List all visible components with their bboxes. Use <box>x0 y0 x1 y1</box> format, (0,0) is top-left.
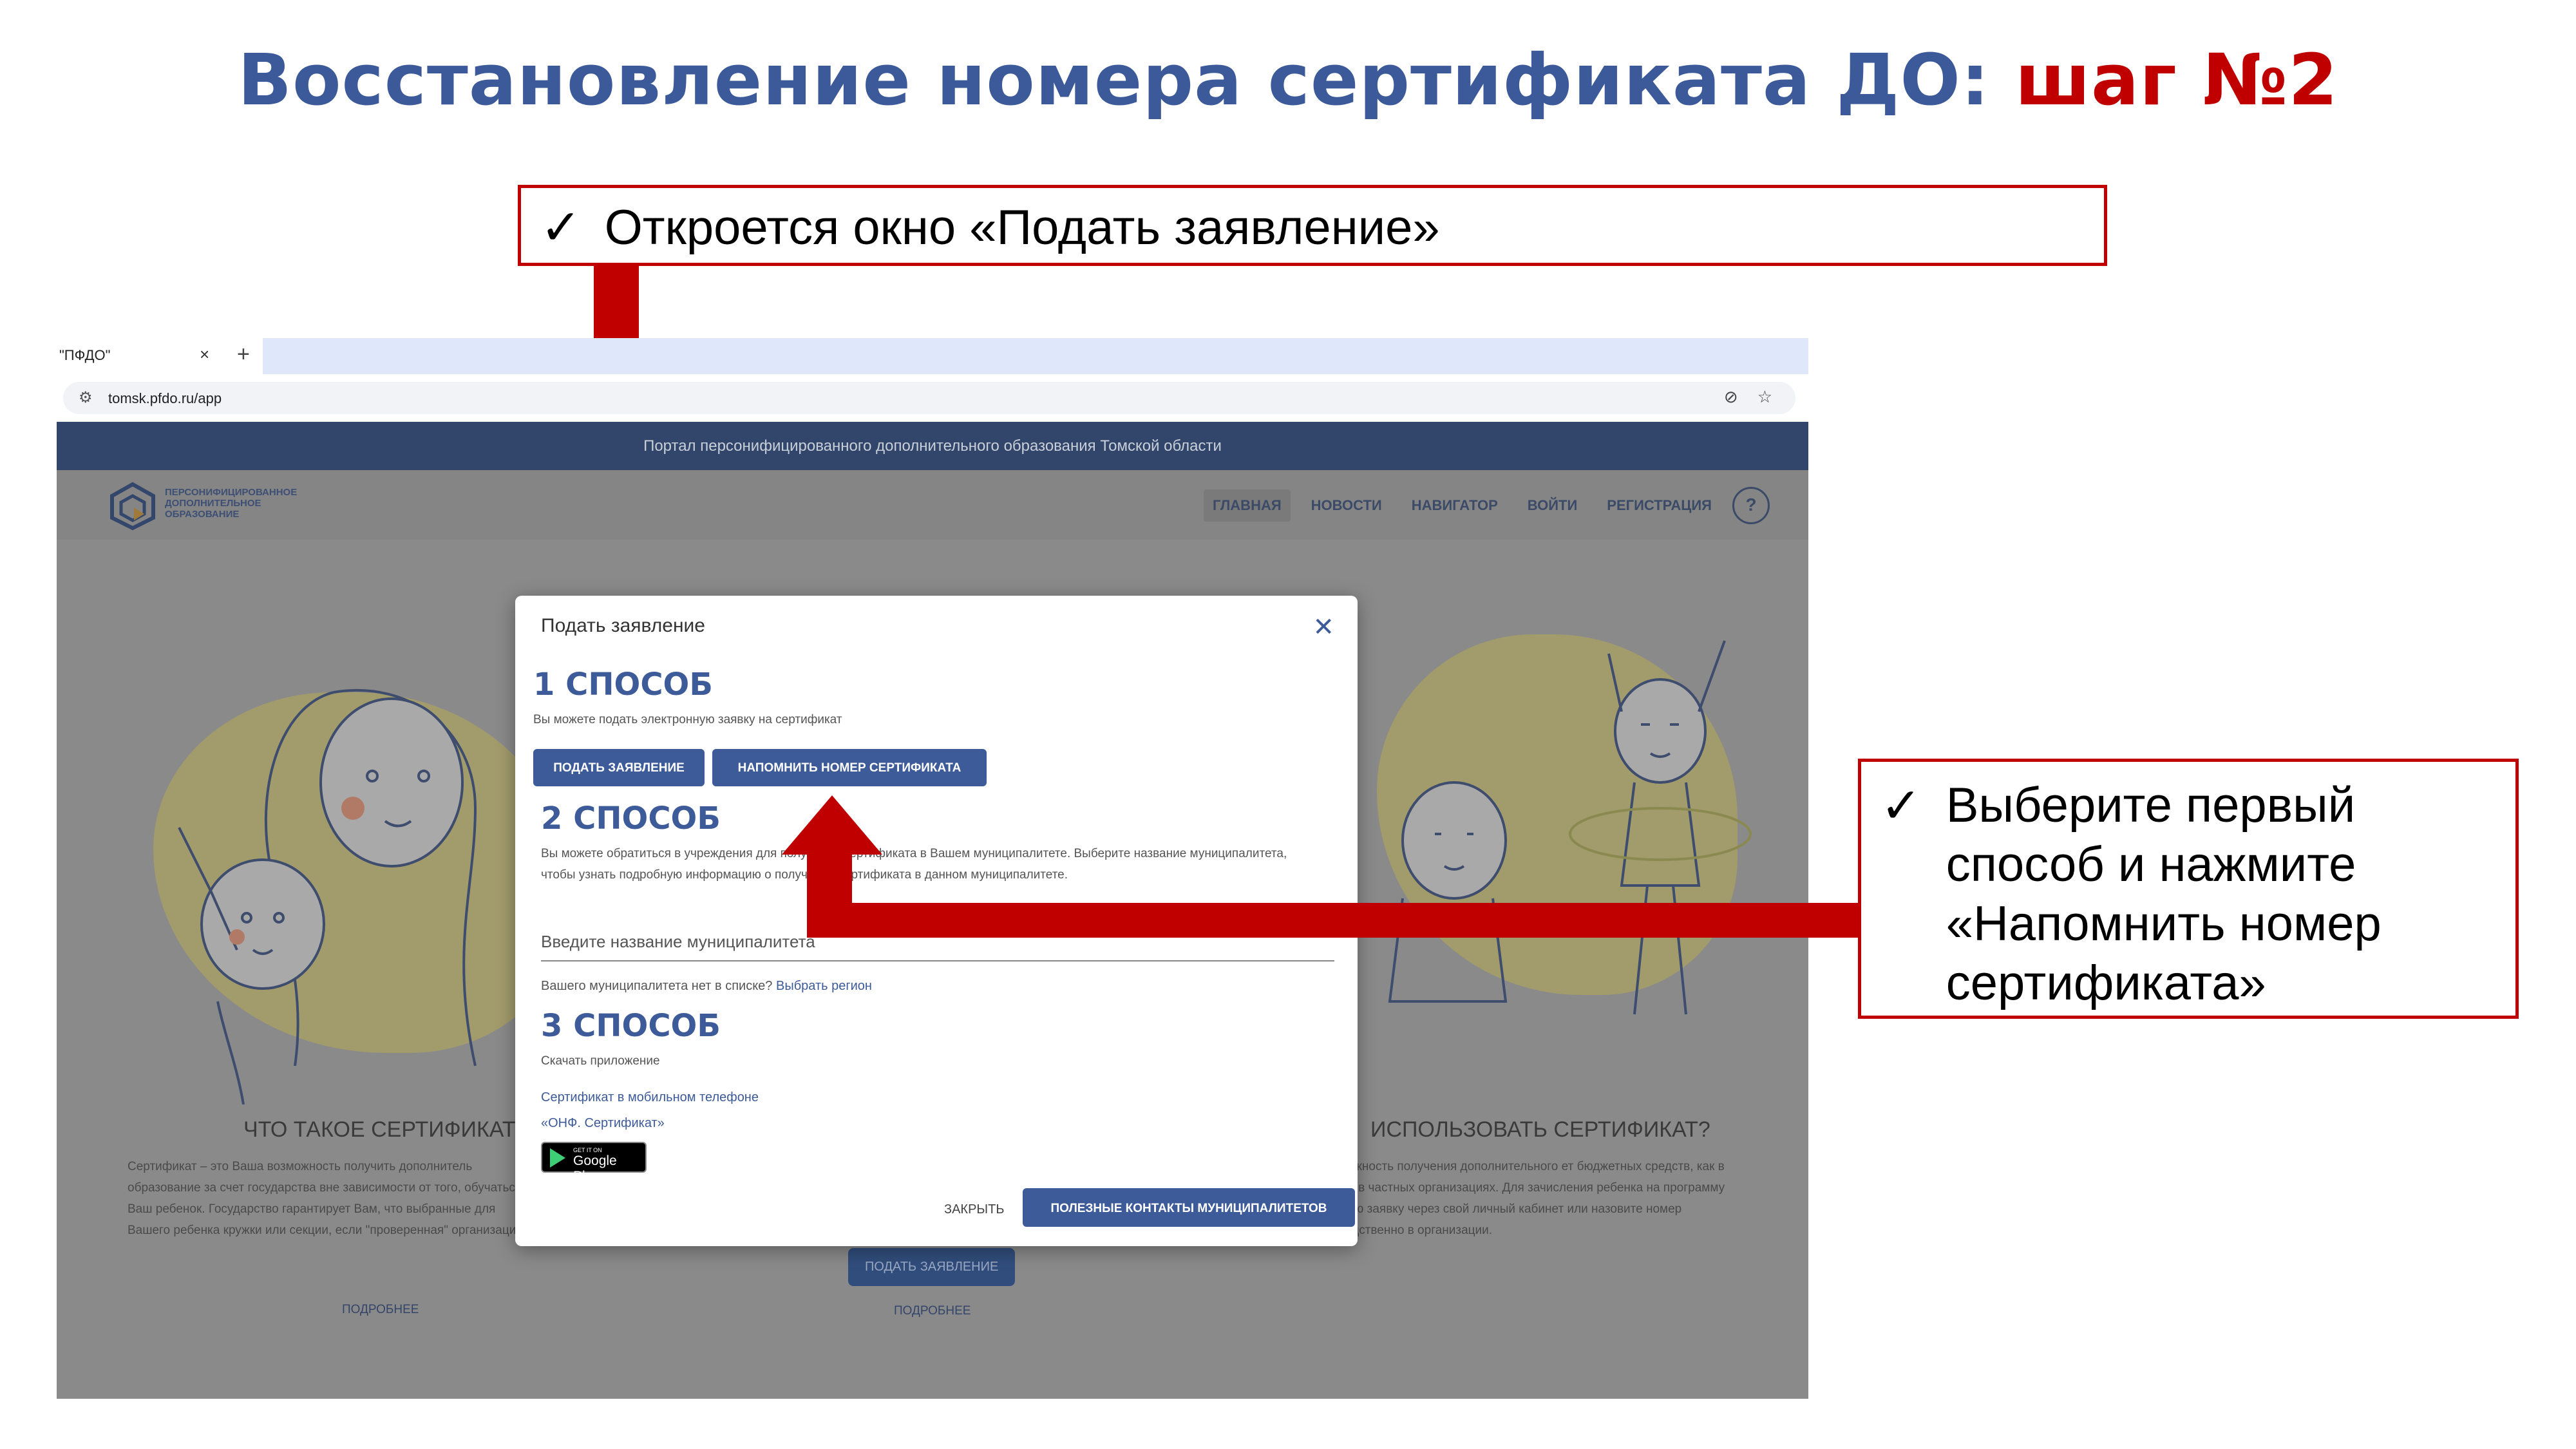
slide-title-accent: шаг №2 <box>2015 39 2338 121</box>
slide-title-main: Восстановление номера сертификата ДО: <box>238 39 2016 121</box>
google-play-icon <box>550 1148 565 1168</box>
new-tab-icon[interactable]: + <box>237 342 250 367</box>
site-settings-icon[interactable]: ⚙ <box>79 388 93 407</box>
google-play-button[interactable]: GET IT ON Google Play <box>541 1142 647 1184</box>
section-heading-certificate: ЧТО ТАКОЕ СЕРТИФИКАТ? <box>243 1117 528 1142</box>
nav-news[interactable]: НОВОСТИ <box>1302 489 1391 522</box>
way1-text: Вы можете подать электронную заявку на с… <box>533 713 842 726</box>
remind-certificate-button[interactable]: НАПОМНИТЬ НОМЕР СЕРТИФИКАТА <box>712 749 987 786</box>
bg-apply-button[interactable]: ПОДАТЬ ЗАЯВЛЕНИЕ <box>848 1248 1016 1286</box>
children-illustration <box>1388 640 1752 1015</box>
browser-tab-label: "ПФДО" <box>59 347 111 363</box>
pfdo-logo-icon[interactable] <box>108 482 157 531</box>
modal-close-button[interactable]: ЗАКРЫТЬ <box>944 1202 1004 1217</box>
tab-strip <box>263 338 1808 374</box>
nav-register[interactable]: РЕГИСТРАЦИЯ <box>1598 489 1721 522</box>
callout-choose-way: ✓ Выберите первый способ и нажмите «Напом… <box>1858 759 2519 1019</box>
logo-text: ПЕРСОНИФИЦИРОВАННОЕ ДОПОЛНИТЕЛЬНОЕ ОБРАЗ… <box>165 487 298 520</box>
way1-heading: 1 СПОСОБ <box>533 667 713 703</box>
modal-title: Подать заявление <box>541 615 705 636</box>
main-nav: ГЛАВНАЯ НОВОСТИ НАВИГАТОР ВОЙТИ РЕГИСТРА… <box>1203 487 1770 524</box>
close-icon[interactable]: ✕ <box>1312 612 1334 642</box>
location-off-icon[interactable]: ⊘ <box>1724 387 1738 407</box>
more-link-left[interactable]: ПОДРОБНЕЕ <box>342 1303 419 1317</box>
google-play-label: Google Play <box>573 1153 617 1184</box>
choose-region-link[interactable]: Выбрать регион <box>776 979 872 993</box>
callout-open-window: ✓ Откроется окно «Подать заявление» <box>518 185 2107 266</box>
browser-window: "ПФДО" × + ⚙ tomsk.pfdo.ru/app ⊘ ☆ Порта… <box>57 338 1808 1399</box>
bookmark-star-icon[interactable]: ☆ <box>1757 387 1772 407</box>
nav-login[interactable]: ВОЙТИ <box>1519 489 1587 522</box>
section-text-certificate: Сертификат – это Ваша возможность получи… <box>128 1160 526 1237</box>
mobile-certificate-link[interactable]: Сертификат в мобильном телефоне <box>541 1090 759 1105</box>
help-button[interactable]: ? <box>1732 487 1770 524</box>
tab-close-icon[interactable]: × <box>200 345 209 365</box>
section-heading-use: ИСПОЛЬЗОВАТЬ СЕРТИФИКАТ? <box>1370 1117 1710 1142</box>
google-play-small-text: GET IT ON <box>573 1147 602 1153</box>
nav-home[interactable]: ГЛАВНАЯ <box>1203 489 1291 522</box>
address-bar: ⚙ tomsk.pfdo.ru/app ⊘ ☆ <box>57 374 1808 422</box>
nav-navigator[interactable]: НАВИГАТОР <box>1403 489 1507 522</box>
apply-button[interactable]: ПОДАТЬ ЗАЯВЛЕНИЕ <box>533 749 705 786</box>
checkmark-icon: ✓ <box>1880 777 1922 834</box>
way3-text: Скачать приложение <box>541 1054 660 1068</box>
site-header: ПЕРСОНИФИЦИРОВАННОЕ ДОПОЛНИТЕЛЬНОЕ ОБРАЗ… <box>57 470 1808 540</box>
more-link-middle[interactable]: ПОДРОБНЕЕ <box>894 1304 971 1318</box>
site-banner: Портал персонифицированного дополнительн… <box>57 422 1808 470</box>
way2-text: Вы можете обратиться в учреждения для по… <box>541 847 1287 882</box>
onf-certificate-link[interactable]: «ОНФ. Сертификат» <box>541 1116 665 1131</box>
checkmark-icon: ✓ <box>540 198 582 256</box>
callout-right-text: Выберите первый способ и нажмите «Напомн… <box>1946 778 2382 1010</box>
callout-top-text: Откроется окно «Подать заявление» <box>604 200 1440 255</box>
way3-heading: 3 СПОСОБ <box>541 1008 721 1044</box>
way2-heading: 2 СПОСОБ <box>541 800 721 837</box>
not-found-text: Вашего муниципалитета нет в списке? <box>541 979 773 993</box>
municipal-contacts-button[interactable]: ПОЛЕЗНЫЕ КОНТАКТЫ МУНИЦИПАЛИТЕТОВ <box>1023 1188 1355 1227</box>
url-field[interactable]: ⚙ tomsk.pfdo.ru/app ⊘ ☆ <box>63 382 1795 414</box>
way2-not-found: Вашего муниципалитета нет в списке? Выбр… <box>541 976 872 997</box>
arrow-left-shaft <box>807 903 1858 938</box>
arrow-up-head <box>782 795 882 855</box>
browser-tab[interactable]: "ПФДО" × <box>57 338 225 374</box>
slide-title: Восстановление номера сертификата ДО: ша… <box>0 39 2576 121</box>
tab-bar: "ПФДО" × + <box>57 338 1808 374</box>
url-text: tomsk.pfdo.ru/app <box>108 390 222 406</box>
arrow-up-shaft <box>807 853 852 938</box>
